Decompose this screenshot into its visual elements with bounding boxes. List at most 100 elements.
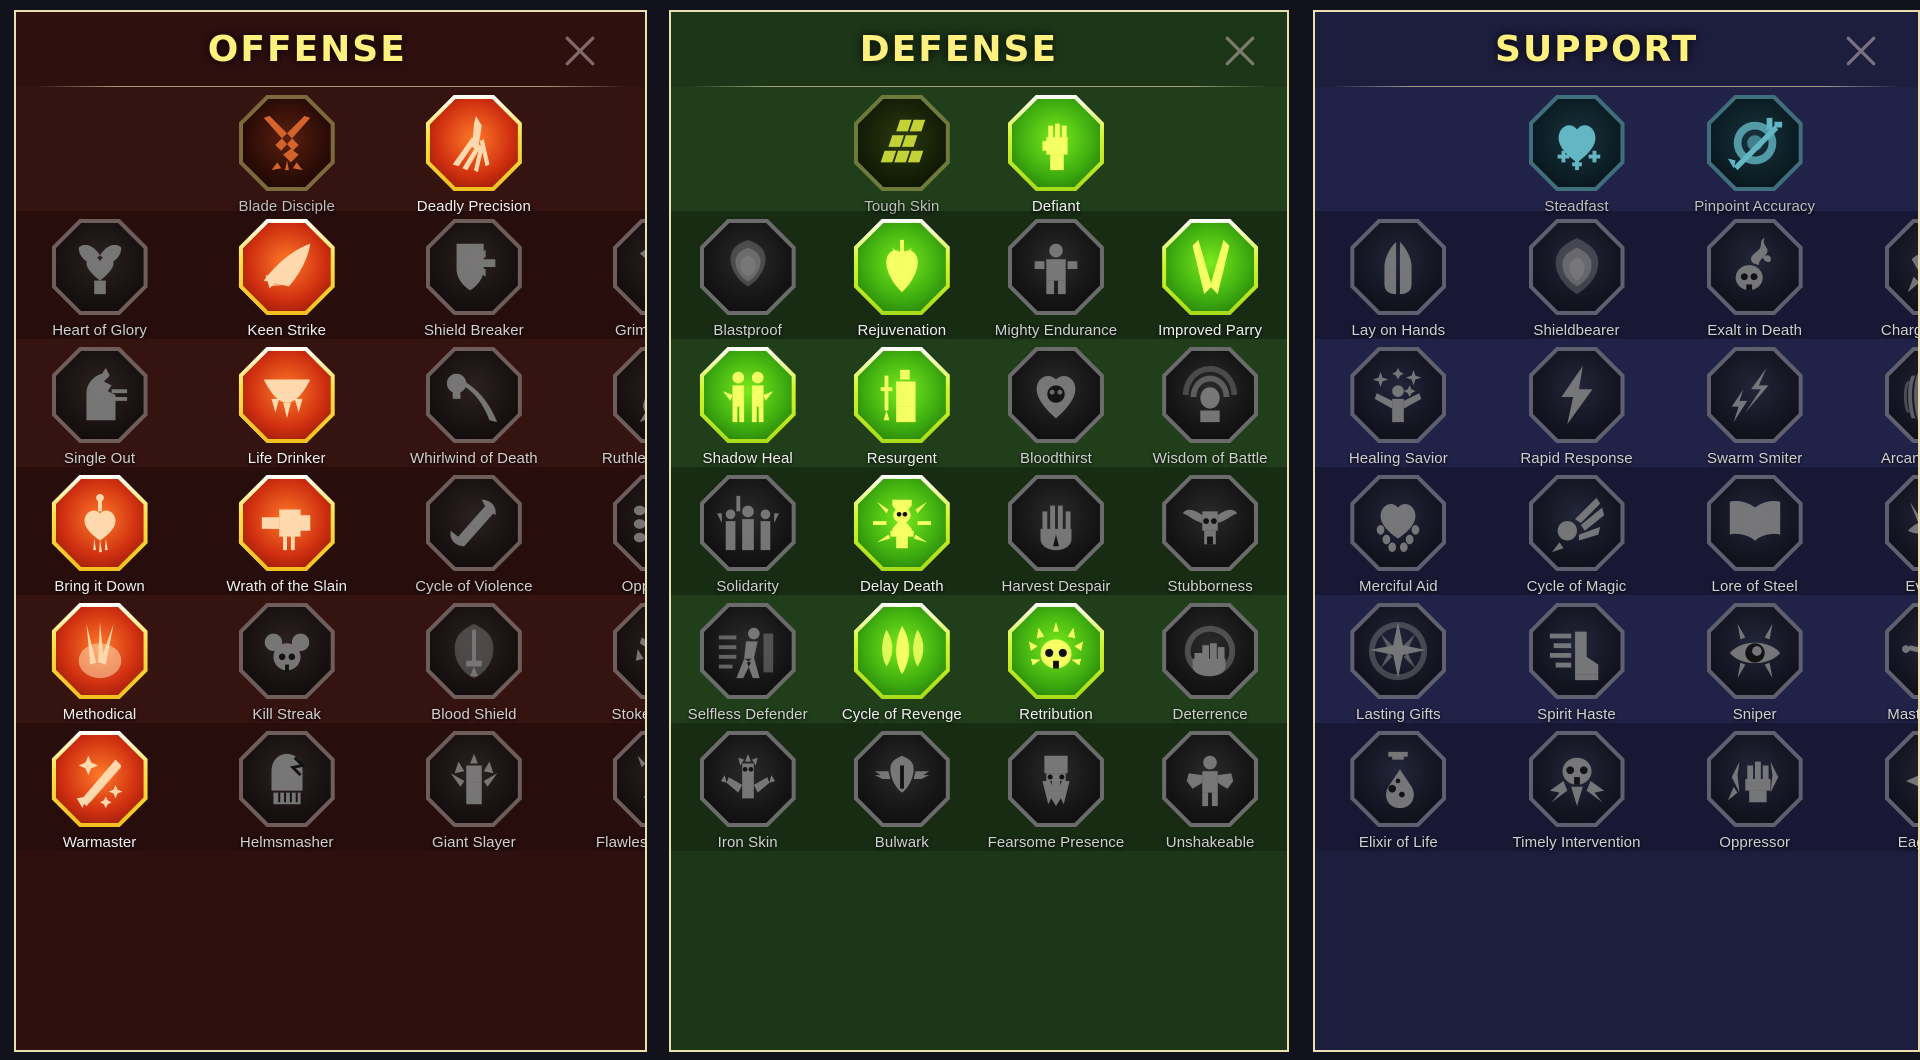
skill-node[interactable]: Cycle of Violence	[380, 467, 567, 595]
skeleton-fist-icon	[242, 479, 331, 567]
skill-node[interactable]: Merciful Aid	[1315, 467, 1487, 595]
skill-label: Deterrence	[1172, 706, 1248, 723]
skill-node[interactable]: Cycle of Revenge	[825, 595, 979, 723]
skill-row: Selfless Defender Cycle of Revenge Retribu…	[670, 595, 1288, 723]
skill-node[interactable]: Opportunist	[567, 467, 645, 595]
skill-label: Exalt in Death	[1707, 322, 1803, 339]
skill-node[interactable]: Selfless Defender	[671, 595, 825, 723]
skill-rows: Steadfast Pinpoint Accuracy Lay on Hands Sh…	[1315, 87, 1918, 851]
flame-drops-icon	[857, 607, 946, 695]
skill-node[interactable]: Keen Strike	[193, 211, 380, 339]
skill-node[interactable]: Blood Shield	[380, 595, 567, 723]
panel-title: SUPPORT	[1495, 28, 1699, 70]
skill-node[interactable]: Healing Savior	[1315, 339, 1487, 467]
skill-label: Timely Intervention	[1512, 834, 1641, 851]
skill-label: Improved Parry	[1158, 322, 1263, 339]
skill-node[interactable]: Master Hexer	[1844, 595, 1918, 723]
skill-node[interactable]: Lore of Steel	[1666, 467, 1844, 595]
skill-node[interactable]: Bulwark	[825, 723, 979, 851]
skill-row: Bring it Down Wrath of the Slain Cycle of …	[15, 467, 645, 595]
skill-node[interactable]: Life Drinker	[193, 339, 380, 467]
skill-octagon	[1528, 603, 1625, 699]
skill-label: Sniper	[1732, 706, 1777, 723]
skill-node[interactable]: Helmsmasher	[193, 723, 380, 851]
skill-node[interactable]: Arcane Celerity	[1844, 339, 1918, 467]
skill-node[interactable]: Lay on Hands	[1315, 211, 1487, 339]
skill-node[interactable]: Stubborness	[1133, 467, 1287, 595]
skill-node[interactable]: Rapid Response	[1487, 339, 1665, 467]
skill-node[interactable]: Improved Parry	[1133, 211, 1287, 339]
skill-node[interactable]: Rejuvenation	[825, 211, 979, 339]
skill-node[interactable]: Tough Skin	[825, 87, 979, 215]
skill-node[interactable]: Evil Eye	[1844, 467, 1918, 595]
skill-octagon	[1884, 731, 1918, 827]
skill-row: Heart of Glory Keen Strike Shield Breaker G…	[15, 211, 645, 339]
triple-skull-icon	[242, 607, 331, 695]
skill-node[interactable]: Exalt in Death	[1666, 211, 1844, 339]
panel-defense: DEFENSE Tough Skin Defiant Blastproof Rejuve…	[668, 10, 1290, 1052]
skill-node[interactable]: Unshakeable	[1133, 723, 1287, 851]
skill-node[interactable]: Iron Skin	[671, 723, 825, 851]
skill-node[interactable]: Flawless Execution	[567, 723, 645, 851]
skill-node[interactable]: Shieldbearer	[1487, 211, 1665, 339]
skill-node[interactable]: Ruthless Ambush	[567, 339, 645, 467]
skill-node[interactable]: Shadow Heal	[671, 339, 825, 467]
skill-node[interactable]: Stoked to Fury	[567, 595, 645, 723]
praying-hands-icon	[1354, 223, 1443, 311]
skill-node[interactable]: Steadfast	[1487, 87, 1665, 215]
skill-node[interactable]: Solidarity	[671, 467, 825, 595]
winged-heart-icon	[55, 223, 144, 311]
skill-node[interactable]: Lasting Gifts	[1315, 595, 1487, 723]
skill-node[interactable]: Swarm Smiter	[1666, 339, 1844, 467]
voodoo-doll-icon	[1888, 607, 1918, 695]
skill-octagon	[425, 95, 522, 191]
skill-node[interactable]: Heart of Glory	[16, 211, 193, 339]
skill-node[interactable]: Shield Breaker	[380, 211, 567, 339]
skill-node[interactable]: Warmaster	[16, 723, 193, 851]
skill-node[interactable]: Spirit Haste	[1487, 595, 1665, 723]
smoke-skull-icon	[1710, 223, 1799, 311]
skill-octagon	[699, 603, 796, 699]
bull-skull-icon	[1166, 479, 1255, 567]
skill-node[interactable]: Eagle-Eye	[1844, 723, 1918, 851]
skill-node[interactable]: Blastproof	[671, 211, 825, 339]
skill-node[interactable]: Wrath of the Slain	[193, 467, 380, 595]
skill-node[interactable]: Timely Intervention	[1487, 723, 1665, 851]
skill-node[interactable]: Kill Streak	[193, 595, 380, 723]
close-icon[interactable]	[1223, 34, 1257, 68]
skill-label: Cycle of Revenge	[841, 706, 962, 723]
skill-node[interactable]: Retribution	[979, 595, 1133, 723]
skill-node[interactable]: Elixir of Life	[1315, 723, 1487, 851]
close-icon[interactable]	[563, 34, 597, 68]
skill-label: Oppressor	[1719, 834, 1791, 851]
skill-label: Heart of Glory	[52, 322, 147, 339]
skill-label: Evil Eye	[1905, 578, 1918, 595]
crossed-blades-icon	[1166, 223, 1255, 311]
skill-node[interactable]: Defiant	[979, 87, 1133, 215]
skill-node[interactable]: Bring it Down	[16, 467, 193, 595]
skill-node[interactable]: Cycle of Magic	[1487, 467, 1665, 595]
skill-node[interactable]: Grim Resolve	[567, 211, 645, 339]
skill-node[interactable]: Delay Death	[825, 467, 979, 595]
skill-node[interactable]: Oppressor	[1666, 723, 1844, 851]
skill-node[interactable]: Mighty Endurance	[979, 211, 1133, 339]
skill-node[interactable]: Methodical	[16, 595, 193, 723]
skill-node[interactable]: Whirlwind of Death	[380, 339, 567, 467]
skill-label: Lasting Gifts	[1356, 706, 1441, 723]
skill-node[interactable]: Wisdom of Battle	[1133, 339, 1287, 467]
skill-node[interactable]: Single Out	[16, 339, 193, 467]
skill-node[interactable]: Fearsome Presence	[979, 723, 1133, 851]
skill-node[interactable]: Pinpoint Accuracy	[1666, 87, 1844, 215]
skill-node[interactable]: Resurgent	[825, 339, 979, 467]
skill-node[interactable]: Harvest Despair	[979, 467, 1133, 595]
skill-node[interactable]: Sniper	[1666, 595, 1844, 723]
skill-node[interactable]: Deadly Precision	[380, 87, 567, 215]
skill-node[interactable]: Deterrence	[1133, 595, 1287, 723]
skill-node[interactable]: Charged Focus	[1844, 211, 1918, 339]
skill-node[interactable]: Blade Disciple	[193, 87, 380, 215]
skill-row: Warmaster Helmsmasher Giant Slayer Flawless…	[15, 723, 645, 851]
skill-node[interactable]: Bloodthirst	[979, 339, 1133, 467]
close-icon[interactable]	[1844, 34, 1878, 68]
skill-octagon	[1162, 475, 1259, 571]
skill-node[interactable]: Giant Slayer	[380, 723, 567, 851]
